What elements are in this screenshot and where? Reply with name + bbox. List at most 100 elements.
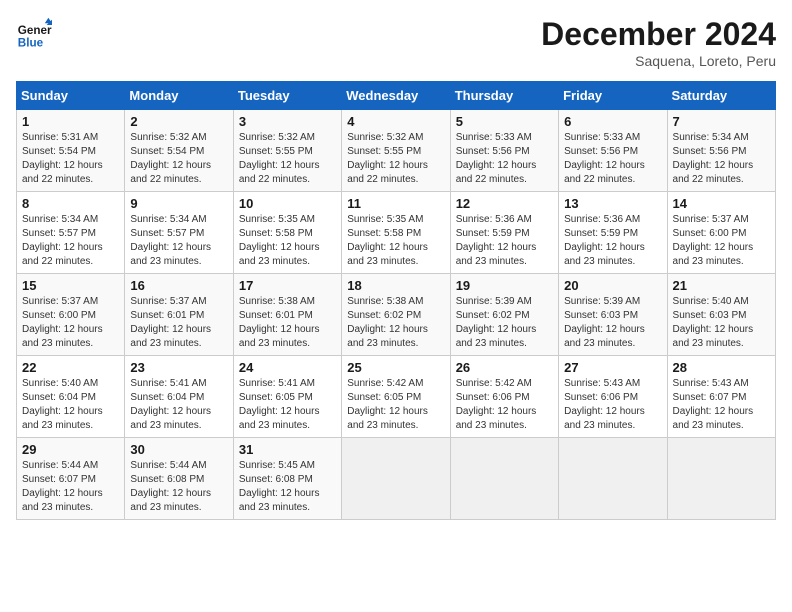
day-info: Sunrise: 5:35 AM Sunset: 5:58 PM Dayligh… (239, 213, 336, 269)
table-row: 7 Sunrise: 5:34 AM Sunset: 5:56 PM Daylig… (667, 110, 775, 192)
table-row (559, 438, 667, 520)
table-row: 11 Sunrise: 5:35 AM Sunset: 5:58 PM Dayli… (342, 192, 450, 274)
table-row: 30 Sunrise: 5:44 AM Sunset: 6:08 PM Dayli… (125, 438, 233, 520)
table-row: 2 Sunrise: 5:32 AM Sunset: 5:54 PM Daylig… (125, 110, 233, 192)
table-row (342, 438, 450, 520)
col-tuesday: Tuesday (233, 82, 341, 110)
table-row: 31 Sunrise: 5:45 AM Sunset: 6:08 PM Dayli… (233, 438, 341, 520)
day-number: 17 (239, 278, 336, 293)
table-row: 26Sunrise: 5:42 AM Sunset: 6:06 PM Dayli… (450, 356, 558, 438)
day-info: Sunrise: 5:34 AM Sunset: 5:57 PM Dayligh… (130, 213, 227, 269)
day-number: 27 (564, 360, 661, 375)
table-row: 5 Sunrise: 5:33 AM Sunset: 5:56 PM Daylig… (450, 110, 558, 192)
day-info: Sunrise: 5:43 AM Sunset: 6:07 PM Dayligh… (673, 377, 770, 433)
day-number: 5 (456, 114, 553, 129)
table-row: 4 Sunrise: 5:32 AM Sunset: 5:55 PM Daylig… (342, 110, 450, 192)
day-info: Sunrise: 5:32 AM Sunset: 5:54 PM Dayligh… (130, 131, 227, 187)
day-info: Sunrise: 5:34 AM Sunset: 5:56 PM Dayligh… (673, 131, 770, 187)
logo: General Blue (16, 16, 52, 52)
table-row: 15Sunrise: 5:37 AM Sunset: 6:00 PM Dayli… (17, 274, 125, 356)
day-info: Sunrise: 5:31 AM Sunset: 5:54 PM Dayligh… (22, 131, 119, 187)
day-number: 14 (673, 196, 770, 211)
day-info: Sunrise: 5:36 AM Sunset: 5:59 PM Dayligh… (564, 213, 661, 269)
day-number: 13 (564, 196, 661, 211)
day-info: Sunrise: 5:41 AM Sunset: 6:04 PM Dayligh… (130, 377, 227, 433)
table-row: 13 Sunrise: 5:36 AM Sunset: 5:59 PM Dayli… (559, 192, 667, 274)
day-number: 1 (22, 114, 119, 129)
col-monday: Monday (125, 82, 233, 110)
day-info: Sunrise: 5:38 AM Sunset: 6:02 PM Dayligh… (347, 295, 444, 351)
table-row: 9 Sunrise: 5:34 AM Sunset: 5:57 PM Daylig… (125, 192, 233, 274)
table-row: 10 Sunrise: 5:35 AM Sunset: 5:58 PM Dayli… (233, 192, 341, 274)
day-number: 29 (22, 442, 119, 457)
day-number: 19 (456, 278, 553, 293)
table-row: 27 Sunrise: 5:43 AM Sunset: 6:06 PM Dayli… (559, 356, 667, 438)
table-row: 6 Sunrise: 5:33 AM Sunset: 5:56 PM Daylig… (559, 110, 667, 192)
day-number: 4 (347, 114, 444, 129)
day-info: Sunrise: 5:40 AM Sunset: 6:03 PM Dayligh… (673, 295, 770, 351)
col-thursday: Thursday (450, 82, 558, 110)
day-number: 18 (347, 278, 444, 293)
day-number: 21 (673, 278, 770, 293)
day-number: 12 (456, 196, 553, 211)
day-info: Sunrise: 5:33 AM Sunset: 5:56 PM Dayligh… (456, 131, 553, 187)
table-row: 8 Sunrise: 5:34 AM Sunset: 5:57 PM Daylig… (17, 192, 125, 274)
day-info: Sunrise: 5:33 AM Sunset: 5:56 PM Dayligh… (564, 131, 661, 187)
day-number: 30 (130, 442, 227, 457)
day-number: 11 (347, 196, 444, 211)
day-info: Sunrise: 5:43 AM Sunset: 6:06 PM Dayligh… (564, 377, 661, 433)
day-info: Sunrise: 5:38 AM Sunset: 6:01 PM Dayligh… (239, 295, 336, 351)
day-info: Sunrise: 5:45 AM Sunset: 6:08 PM Dayligh… (239, 459, 336, 515)
day-info: Sunrise: 5:35 AM Sunset: 5:58 PM Dayligh… (347, 213, 444, 269)
calendar-week-2: 8 Sunrise: 5:34 AM Sunset: 5:57 PM Daylig… (17, 192, 776, 274)
day-number: 16 (130, 278, 227, 293)
day-number: 28 (673, 360, 770, 375)
calendar-title: December 2024 (541, 16, 776, 53)
day-number: 22 (22, 360, 119, 375)
table-row: 24Sunrise: 5:41 AM Sunset: 6:05 PM Dayli… (233, 356, 341, 438)
header-row: Sunday Monday Tuesday Wednesday Thursday… (17, 82, 776, 110)
day-info: Sunrise: 5:37 AM Sunset: 6:01 PM Dayligh… (130, 295, 227, 351)
day-number: 20 (564, 278, 661, 293)
svg-text:General: General (18, 24, 52, 37)
table-row: 17 Sunrise: 5:38 AM Sunset: 6:01 PM Dayli… (233, 274, 341, 356)
day-info: Sunrise: 5:34 AM Sunset: 5:57 PM Dayligh… (22, 213, 119, 269)
calendar-week-1: 1 Sunrise: 5:31 AM Sunset: 5:54 PM Daylig… (17, 110, 776, 192)
day-number: 25 (347, 360, 444, 375)
day-info: Sunrise: 5:32 AM Sunset: 5:55 PM Dayligh… (347, 131, 444, 187)
day-info: Sunrise: 5:36 AM Sunset: 5:59 PM Dayligh… (456, 213, 553, 269)
table-row (667, 438, 775, 520)
table-row: 16 Sunrise: 5:37 AM Sunset: 6:01 PM Dayli… (125, 274, 233, 356)
table-row: 22 Sunrise: 5:40 AM Sunset: 6:04 PM Dayli… (17, 356, 125, 438)
calendar-subtitle: Saquena, Loreto, Peru (541, 53, 776, 69)
calendar-week-4: 22 Sunrise: 5:40 AM Sunset: 6:04 PM Dayli… (17, 356, 776, 438)
calendar-table: Sunday Monday Tuesday Wednesday Thursday… (16, 81, 776, 520)
day-info: Sunrise: 5:42 AM Sunset: 6:05 PM Dayligh… (347, 377, 444, 433)
day-number: 6 (564, 114, 661, 129)
day-number: 24 (239, 360, 336, 375)
table-row: 3Sunrise: 5:32 AM Sunset: 5:55 PM Daylig… (233, 110, 341, 192)
day-number: 7 (673, 114, 770, 129)
day-info: Sunrise: 5:37 AM Sunset: 6:00 PM Dayligh… (673, 213, 770, 269)
table-row: 1 Sunrise: 5:31 AM Sunset: 5:54 PM Daylig… (17, 110, 125, 192)
table-row: 28 Sunrise: 5:43 AM Sunset: 6:07 PM Dayli… (667, 356, 775, 438)
day-info: Sunrise: 5:37 AM Sunset: 6:00 PM Dayligh… (22, 295, 119, 351)
day-number: 2 (130, 114, 227, 129)
table-row: 21 Sunrise: 5:40 AM Sunset: 6:03 PM Dayli… (667, 274, 775, 356)
day-info: Sunrise: 5:44 AM Sunset: 6:08 PM Dayligh… (130, 459, 227, 515)
day-number: 31 (239, 442, 336, 457)
logo-icon: General Blue (16, 16, 52, 52)
day-info: Sunrise: 5:32 AM Sunset: 5:55 PM Dayligh… (239, 131, 336, 187)
table-row: 25 Sunrise: 5:42 AM Sunset: 6:05 PM Dayli… (342, 356, 450, 438)
day-number: 8 (22, 196, 119, 211)
day-info: Sunrise: 5:39 AM Sunset: 6:02 PM Dayligh… (456, 295, 553, 351)
day-number: 9 (130, 196, 227, 211)
day-number: 10 (239, 196, 336, 211)
calendar-week-5: 29Sunrise: 5:44 AM Sunset: 6:07 PM Dayli… (17, 438, 776, 520)
day-info: Sunrise: 5:39 AM Sunset: 6:03 PM Dayligh… (564, 295, 661, 351)
col-saturday: Saturday (667, 82, 775, 110)
day-info: Sunrise: 5:40 AM Sunset: 6:04 PM Dayligh… (22, 377, 119, 433)
calendar-week-3: 15Sunrise: 5:37 AM Sunset: 6:00 PM Dayli… (17, 274, 776, 356)
table-row: 20 Sunrise: 5:39 AM Sunset: 6:03 PM Dayli… (559, 274, 667, 356)
title-block: December 2024 Saquena, Loreto, Peru (541, 16, 776, 69)
